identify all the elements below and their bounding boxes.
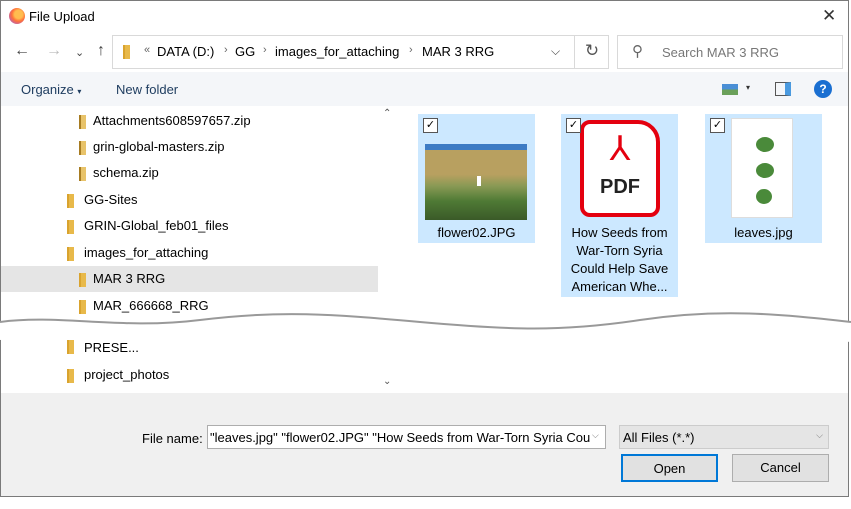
tree-scrollbar[interactable]: ⌃ ⌄ <box>378 106 398 393</box>
crumb-gg[interactable]: GG <box>235 44 255 59</box>
view-options-icon[interactable] <box>722 84 738 95</box>
tree-item[interactable]: GRIN-Global_feb01_files <box>1 213 378 239</box>
new-folder-button[interactable]: New folder <box>116 82 178 97</box>
file-name-dropdown-icon[interactable]: ⌵ <box>592 430 599 441</box>
back-arrow-icon[interactable]: ← <box>14 42 30 60</box>
address-dropdown-icon[interactable]: ⌵ <box>551 44 560 59</box>
file-name: flower02.JPG <box>437 225 516 240</box>
help-icon[interactable]: ? <box>814 80 832 98</box>
crumb-current[interactable]: MAR 3 RRG <box>422 44 494 59</box>
open-button[interactable]: Open <box>621 454 718 482</box>
flower-thumbnail <box>425 144 527 220</box>
torn-edge <box>0 312 851 345</box>
file-tile[interactable]: ✓ flower02.JPG <box>418 114 535 243</box>
search-input[interactable]: Search MAR 3 RRG <box>617 35 843 69</box>
tree-item[interactable]: Attachments608597657.zip <box>1 108 378 134</box>
folder-icon <box>123 45 130 59</box>
forward-arrow-icon[interactable]: → <box>46 42 62 60</box>
cancel-button[interactable]: Cancel <box>732 454 829 482</box>
navigation-pane: Attachments608597657.zip grin-global-mas… <box>1 106 378 393</box>
organize-button[interactable]: Organize ▾ <box>21 82 81 97</box>
search-placeholder: Search MAR 3 RRG <box>662 45 780 60</box>
up-arrow-icon[interactable]: ↑ <box>97 42 105 60</box>
file-tile[interactable]: ✓ leaves.jpg <box>705 114 822 243</box>
firefox-icon <box>9 8 25 24</box>
tree-item-selected[interactable]: MAR 3 RRG <box>1 266 378 292</box>
crumb-images[interactable]: images_for_attaching <box>275 44 399 59</box>
window-title: File Upload <box>29 9 95 24</box>
pdf-icon: ⅄ PDF <box>580 120 660 217</box>
crumb-drive[interactable]: DATA (D:) <box>157 44 214 59</box>
tree-item[interactable]: GG-Sites <box>1 187 378 213</box>
close-icon[interactable]: ✕ <box>822 6 836 26</box>
scroll-up-icon[interactable]: ⌃ <box>383 108 391 119</box>
search-icon: ⚲ <box>632 43 643 60</box>
file-tile[interactable]: ⅄ PDF ✓ How Seeds from War-Torn Syria Co… <box>561 114 678 297</box>
checkbox[interactable]: ✓ <box>566 118 581 133</box>
file-name: How Seeds from War-Torn Syria Could Help… <box>570 225 669 294</box>
scroll-down-icon[interactable]: ⌄ <box>383 376 391 387</box>
file-name-label: File name: <box>142 431 203 446</box>
file-name-input[interactable]: "leaves.jpg" "flower02.JPG" "How Seeds f… <box>207 425 606 449</box>
file-list: ✓ flower02.JPG ⅄ PDF ✓ How Seeds from Wa… <box>398 106 848 393</box>
tree-item[interactable]: grin-global-masters.zip <box>1 134 378 160</box>
recent-chevron-icon[interactable]: ⌄ <box>75 46 84 59</box>
file-type-select[interactable]: All Files (*.*) ⌵ <box>619 425 829 449</box>
leaves-thumbnail <box>731 118 793 218</box>
tree-item[interactable]: images_for_attaching <box>1 240 378 266</box>
tree-item[interactable]: project_photos <box>1 362 378 388</box>
checkbox[interactable]: ✓ <box>710 118 725 133</box>
refresh-icon[interactable]: ↻ <box>574 35 609 69</box>
checkbox[interactable]: ✓ <box>423 118 438 133</box>
preview-pane-icon[interactable] <box>775 82 791 96</box>
tree-item[interactable]: schema.zip <box>1 160 378 186</box>
file-name: leaves.jpg <box>734 225 793 240</box>
